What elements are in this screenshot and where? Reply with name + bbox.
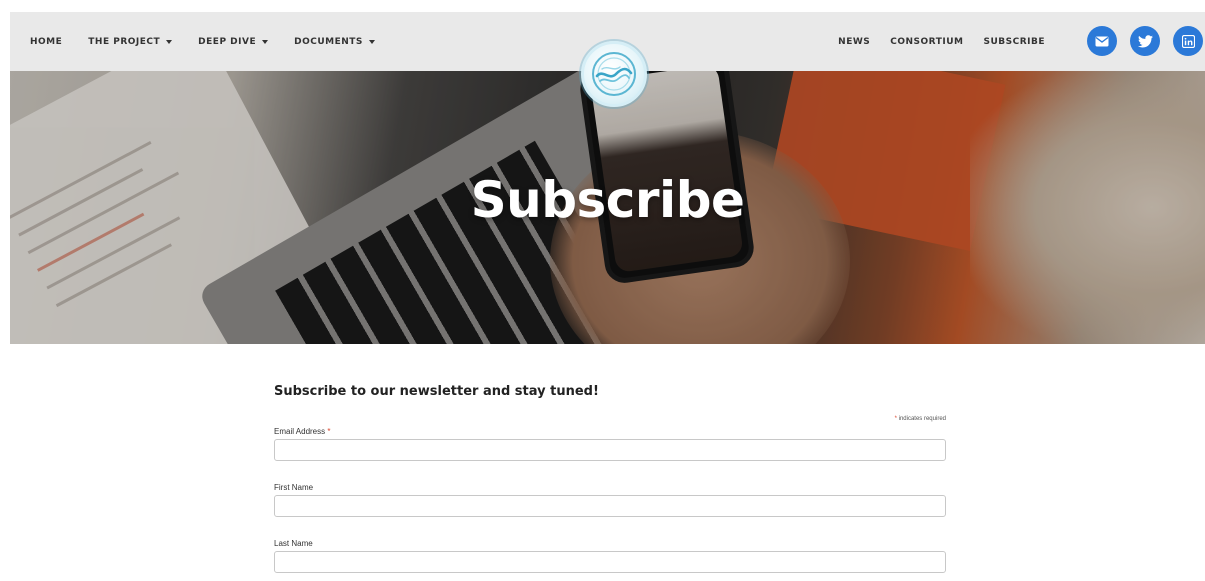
caret-down-icon: [368, 39, 375, 44]
caret-down-icon: [166, 39, 173, 44]
caret-down-icon: [262, 39, 269, 44]
email-field-group: Email Address *: [274, 427, 946, 461]
nav-item-label: DEEP DIVE: [198, 36, 257, 47]
linkedin-button[interactable]: [1173, 26, 1203, 56]
twitter-icon: [1137, 34, 1153, 47]
email-icon: [1095, 36, 1109, 46]
nav-item-home[interactable]: HOME: [30, 37, 62, 47]
required-note-text: indicates required: [898, 416, 946, 422]
required-star: *: [894, 416, 897, 422]
site-logo[interactable]: [581, 41, 647, 107]
first-name-input[interactable]: [274, 495, 946, 517]
secondary-nav: NEWS CONSORTIUM SUBSCRIBE: [838, 12, 1045, 71]
last-name-input[interactable]: [274, 551, 946, 573]
nav-item-subscribe[interactable]: SUBSCRIBE: [983, 37, 1045, 47]
first-name-label: First Name: [274, 483, 314, 492]
first-name-field-group: First Name: [274, 483, 946, 517]
primary-nav: HOME THE PROJECT DEEP DIVE DOCUMENTS: [30, 12, 375, 71]
hero-banner: Subscribe: [10, 71, 1205, 344]
linkedin-icon: [1181, 34, 1195, 48]
social-links: [1087, 26, 1203, 56]
nav-item-deep-dive[interactable]: DEEP DIVE: [198, 36, 269, 47]
last-name-field-group: Last Name: [274, 539, 946, 573]
required-fields-note: * indicates required: [895, 416, 946, 422]
nav-item-label: NEWS: [838, 36, 871, 47]
nav-item-label: THE PROJECT: [88, 36, 161, 47]
page-title: Subscribe: [470, 171, 745, 229]
nav-item-label: SUBSCRIBE: [983, 36, 1045, 47]
nav-item-consortium[interactable]: CONSORTIUM: [890, 37, 963, 47]
last-name-label: Last Name: [274, 539, 313, 548]
email-field-label: Email Address *: [274, 427, 946, 439]
email-input[interactable]: [274, 439, 946, 461]
newsletter-form: Subscribe to our newsletter and stay tun…: [274, 384, 946, 573]
nav-item-documents[interactable]: DOCUMENTS: [294, 37, 375, 47]
nav-item-label: DOCUMENTS: [294, 36, 363, 47]
nav-item-news[interactable]: NEWS: [838, 37, 870, 47]
email-button[interactable]: [1087, 26, 1117, 56]
twitter-button[interactable]: [1130, 26, 1160, 56]
nav-item-label: CONSORTIUM: [890, 36, 964, 47]
email-label-text: Email Address: [274, 427, 326, 436]
email-required-star: *: [327, 427, 331, 436]
nav-item-the-project[interactable]: THE PROJECT: [88, 36, 173, 47]
nav-item-label: HOME: [30, 36, 63, 47]
wave-logo-icon: [592, 52, 636, 96]
form-heading: Subscribe to our newsletter and stay tun…: [274, 384, 599, 399]
